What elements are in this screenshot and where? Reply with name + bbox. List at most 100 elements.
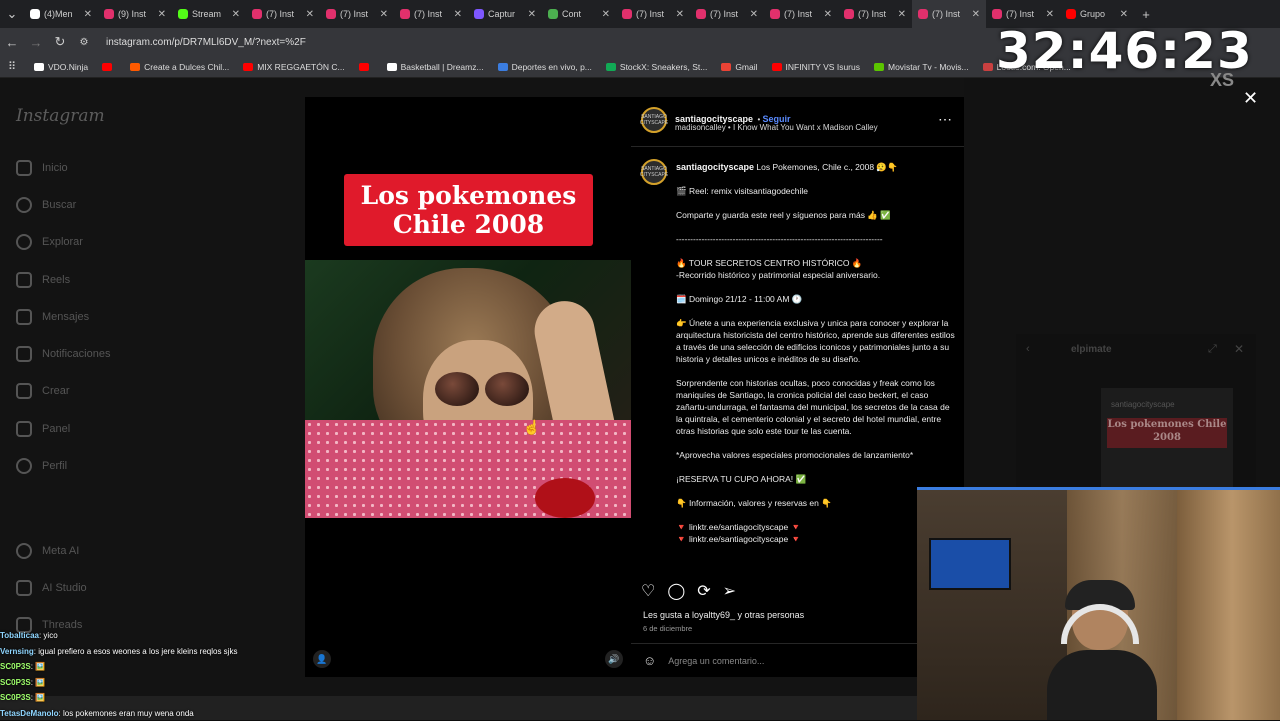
bookmark-item[interactable]: Gmail — [721, 62, 757, 72]
sidebar-icon — [16, 346, 32, 362]
tab-close-icon[interactable]: ✕ — [158, 9, 166, 20]
video-frame-image — [305, 260, 631, 518]
tab-close-icon[interactable]: ✕ — [232, 9, 240, 20]
repost-icon[interactable]: ⟳ — [697, 581, 710, 601]
sidebar-icon — [16, 160, 32, 176]
bookmark-item[interactable]: StockX: Sneakers, St... — [606, 62, 707, 72]
like-icon[interactable]: ♡ — [641, 581, 655, 601]
caption-avatar[interactable]: SANTIAGO CITYSCAPE — [641, 159, 667, 185]
tab-close-icon[interactable]: ✕ — [1120, 9, 1128, 20]
instagram-logo[interactable]: Instagram — [16, 106, 105, 126]
browser-tab[interactable]: (7) Inst✕ — [616, 0, 690, 28]
browser-tab[interactable]: Cont✕ — [542, 0, 616, 28]
url-field[interactable]: instagram.com/p/DR7MLl6DV_M/?next=%2F — [106, 37, 306, 48]
sidebar-item-perfil[interactable]: Perfil — [16, 458, 67, 474]
browser-tab[interactable]: (7) Inst ✕ — [246, 0, 320, 28]
caption-paragraph: Sorprendente con historias ocultas, poco… — [676, 377, 958, 437]
reel-video[interactable]: Los pokemones Chile 2008 ☝ 👤 🔊 — [305, 97, 631, 677]
emoji-icon[interactable]: ☺ — [643, 653, 656, 668]
tab-close-icon[interactable]: ✕ — [380, 9, 388, 20]
sidebar-item-mensajes[interactable]: Mensajes — [16, 309, 89, 325]
bookmark-item[interactable]: Deportes en vivo, p... — [498, 62, 592, 72]
bookmark-icon — [359, 63, 369, 71]
author-avatar[interactable]: SANTIAGO CITYSCAPE — [641, 107, 667, 133]
sidebar-item-inicio[interactable]: Inicio — [16, 160, 68, 176]
browser-tab[interactable]: (7) Inst✕ — [320, 0, 394, 28]
sidebar-item-crear[interactable]: Crear — [16, 383, 70, 399]
tab-close-icon[interactable]: ✕ — [528, 9, 536, 20]
tab-close-icon[interactable]: ✕ — [602, 9, 610, 20]
tab-close-icon[interactable]: ✕ — [306, 9, 314, 20]
bookmark-item[interactable]: VDO.Ninja — [34, 62, 88, 72]
bookmark-label: MIX REGGAETÓN C... — [257, 62, 344, 72]
share-icon[interactable]: ➢ — [723, 581, 736, 601]
back-icon[interactable]: ‹ — [1026, 343, 1030, 355]
apps-grid-icon[interactable]: ⠿ — [0, 60, 24, 73]
tab-close-icon[interactable]: ✕ — [84, 9, 92, 20]
tab-close-icon[interactable]: ✕ — [972, 9, 980, 20]
sidebar-item-label: Panel — [42, 423, 70, 435]
bookmark-item[interactable] — [102, 62, 116, 72]
reload-icon[interactable]: ↻ — [48, 34, 72, 50]
close-icon[interactable]: ✕ — [1243, 88, 1258, 109]
audio-info[interactable]: madisoncalley • I Know What You Want x M… — [675, 123, 878, 132]
more-options-icon[interactable]: ⋯ — [938, 111, 952, 128]
sidebar-item-explorar[interactable]: Explorar — [16, 234, 83, 250]
browser-tab[interactable]: (7) Inst✕ — [838, 0, 912, 28]
sidebar-item-ai-studio[interactable]: AI Studio — [16, 580, 87, 596]
sidebar-item-panel[interactable]: Panel — [16, 421, 70, 437]
tab-close-icon[interactable]: ✕ — [750, 9, 758, 20]
caption-username[interactable]: santiagocityscape — [676, 162, 754, 172]
volume-icon[interactable]: 🔊 — [605, 650, 623, 668]
tab-close-icon[interactable]: ✕ — [824, 9, 832, 20]
back-icon[interactable]: ← — [0, 35, 24, 50]
comment-input[interactable]: Agrega un comentario... — [668, 656, 764, 666]
bookmark-item[interactable]: Basketball | Dreamz... — [387, 62, 484, 72]
sidebar-item-reels[interactable]: Reels — [16, 272, 70, 288]
tab-close-icon[interactable]: ✕ — [1046, 9, 1054, 20]
tab-title: (7) Inst — [266, 9, 302, 19]
bookmark-item[interactable] — [359, 62, 373, 72]
browser-tab[interactable]: (7) Inst✕ — [764, 0, 838, 28]
sidebar-icon — [16, 197, 32, 213]
sidebar-item-label: Explorar — [42, 236, 83, 248]
bookmark-label: Create a Dulces Chil... — [144, 62, 229, 72]
browser-tab[interactable]: Captur✕ — [468, 0, 542, 28]
bookmark-item[interactable]: MIX REGGAETÓN C... — [243, 62, 344, 72]
tab-favicon-icon — [770, 9, 780, 19]
browser-tab[interactable]: Stream✕ — [172, 0, 246, 28]
likes-text[interactable]: Les gusta a loyaltty69_ y otras personas — [643, 610, 804, 620]
forward-icon[interactable]: → — [24, 35, 48, 50]
sidebar-item-meta-ai[interactable]: Meta AI — [16, 543, 79, 559]
browser-tab[interactable]: (7) Inst✕ — [912, 0, 986, 28]
sidebar-item-buscar[interactable]: Buscar — [16, 197, 76, 213]
bookmark-item[interactable]: Movistar Tv - Movis... — [874, 62, 969, 72]
mini-player-title[interactable]: elpimate — [1071, 344, 1112, 355]
new-tab-button[interactable]: + — [1134, 7, 1158, 22]
browser-tab[interactable]: (9) Inst✕ — [98, 0, 172, 28]
chat-username: SC0P3S — [0, 678, 31, 687]
chat-message: SC0P3S: 🖼️ — [0, 690, 278, 706]
tagged-user-icon[interactable]: 👤 — [313, 650, 331, 668]
bookmark-item[interactable]: Create a Dulces Chil... — [130, 62, 229, 72]
browser-tab[interactable]: (4)Men✕ — [24, 0, 98, 28]
mini-close-icon[interactable]: ✕ — [1234, 342, 1244, 356]
tab-favicon-icon — [104, 9, 114, 19]
tab-close-icon[interactable]: ✕ — [676, 9, 684, 20]
video-title-line1: Los pokemones — [361, 181, 577, 210]
bookmark-item[interactable]: INFINITY VS Isurus — [772, 62, 860, 72]
browser-tab[interactable]: (7) Inst✕ — [690, 0, 764, 28]
site-info-icon[interactable]: ⚙ — [72, 37, 96, 48]
caption-paragraph: 🔻 linktr.ee/santiagocityscape 🔻 🔻 linktr… — [676, 521, 958, 545]
sidebar-item-label: Reels — [42, 274, 70, 286]
expand-icon[interactable]: ⤢ — [1208, 343, 1217, 356]
chat-text: : 🖼️ — [31, 662, 45, 671]
mini-shared-post[interactable]: santiagocityscape Los pokemones Chile 20… — [1101, 388, 1233, 498]
tab-close-icon[interactable]: ✕ — [898, 9, 906, 20]
tab-close-icon[interactable]: ✕ — [454, 9, 462, 20]
webcam-overlay — [917, 487, 1280, 720]
browser-tab[interactable]: (7) Inst✕ — [394, 0, 468, 28]
tab-list-icon[interactable]: ⌄ — [0, 6, 24, 22]
sidebar-item-notificaciones[interactable]: Notificaciones — [16, 346, 110, 362]
comment-icon[interactable]: ◯ — [667, 581, 685, 601]
